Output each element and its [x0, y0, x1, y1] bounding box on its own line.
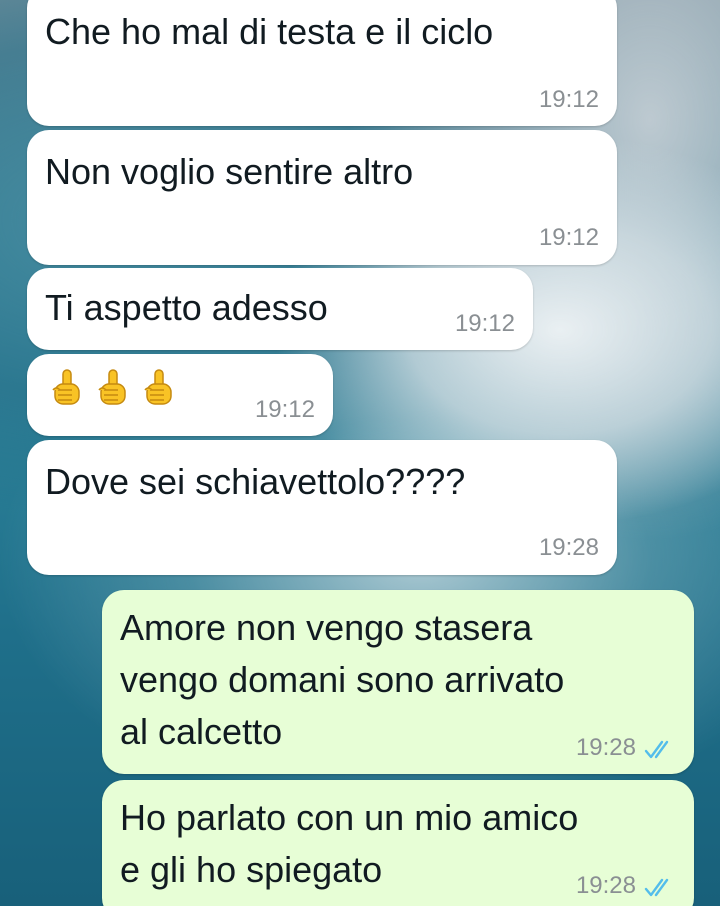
incoming-message-bubble[interactable]: Non voglio sentire altro 19:12 [27, 130, 617, 265]
message-text: Amore non vengo stasera vengo domani son… [120, 607, 565, 752]
message-timestamp: 19:12 [454, 310, 515, 337]
double-check-read-icon [644, 878, 669, 897]
message-text: Che ho mal di testa e il ciclo [45, 11, 494, 52]
message-timestamp: 19:28 [538, 534, 599, 561]
message-text: Dove sei schiavettolo???? [45, 461, 466, 502]
message-text: Non voglio sentire altro [45, 151, 414, 192]
index-pointing-up-emoji [98, 369, 126, 405]
emoji-row [49, 368, 177, 408]
incoming-message-bubble[interactable]: Che ho mal di testa e il ciclo 19:12 [27, 0, 617, 126]
message-text: Ho parlato con un mio amico e gli ho spi… [120, 797, 579, 890]
chat-conversation: Che ho mal di testa e il ciclo 19:12 Non… [0, 0, 720, 906]
outgoing-message-bubble[interactable]: Amore non vengo stasera vengo domani son… [102, 590, 694, 774]
index-pointing-up-emoji [144, 369, 172, 405]
message-timestamp: 19:28 [575, 734, 636, 761]
message-timestamp: 19:12 [538, 224, 599, 251]
message-timestamp: 19:12 [254, 396, 315, 423]
double-check-read-icon [644, 740, 669, 759]
incoming-message-bubble[interactable]: Dove sei schiavettolo???? 19:28 [27, 440, 617, 575]
message-timestamp: 19:12 [538, 86, 599, 113]
message-text: Ti aspetto adesso [45, 287, 328, 328]
incoming-message-bubble[interactable]: Ti aspetto adesso 19:12 [27, 268, 533, 350]
message-timestamp: 19:28 [575, 872, 636, 899]
incoming-emoji-message-bubble[interactable]: 19:12 [27, 354, 333, 436]
index-pointing-up-emoji [52, 369, 80, 405]
outgoing-message-bubble[interactable]: Ho parlato con un mio amico e gli ho spi… [102, 780, 694, 906]
